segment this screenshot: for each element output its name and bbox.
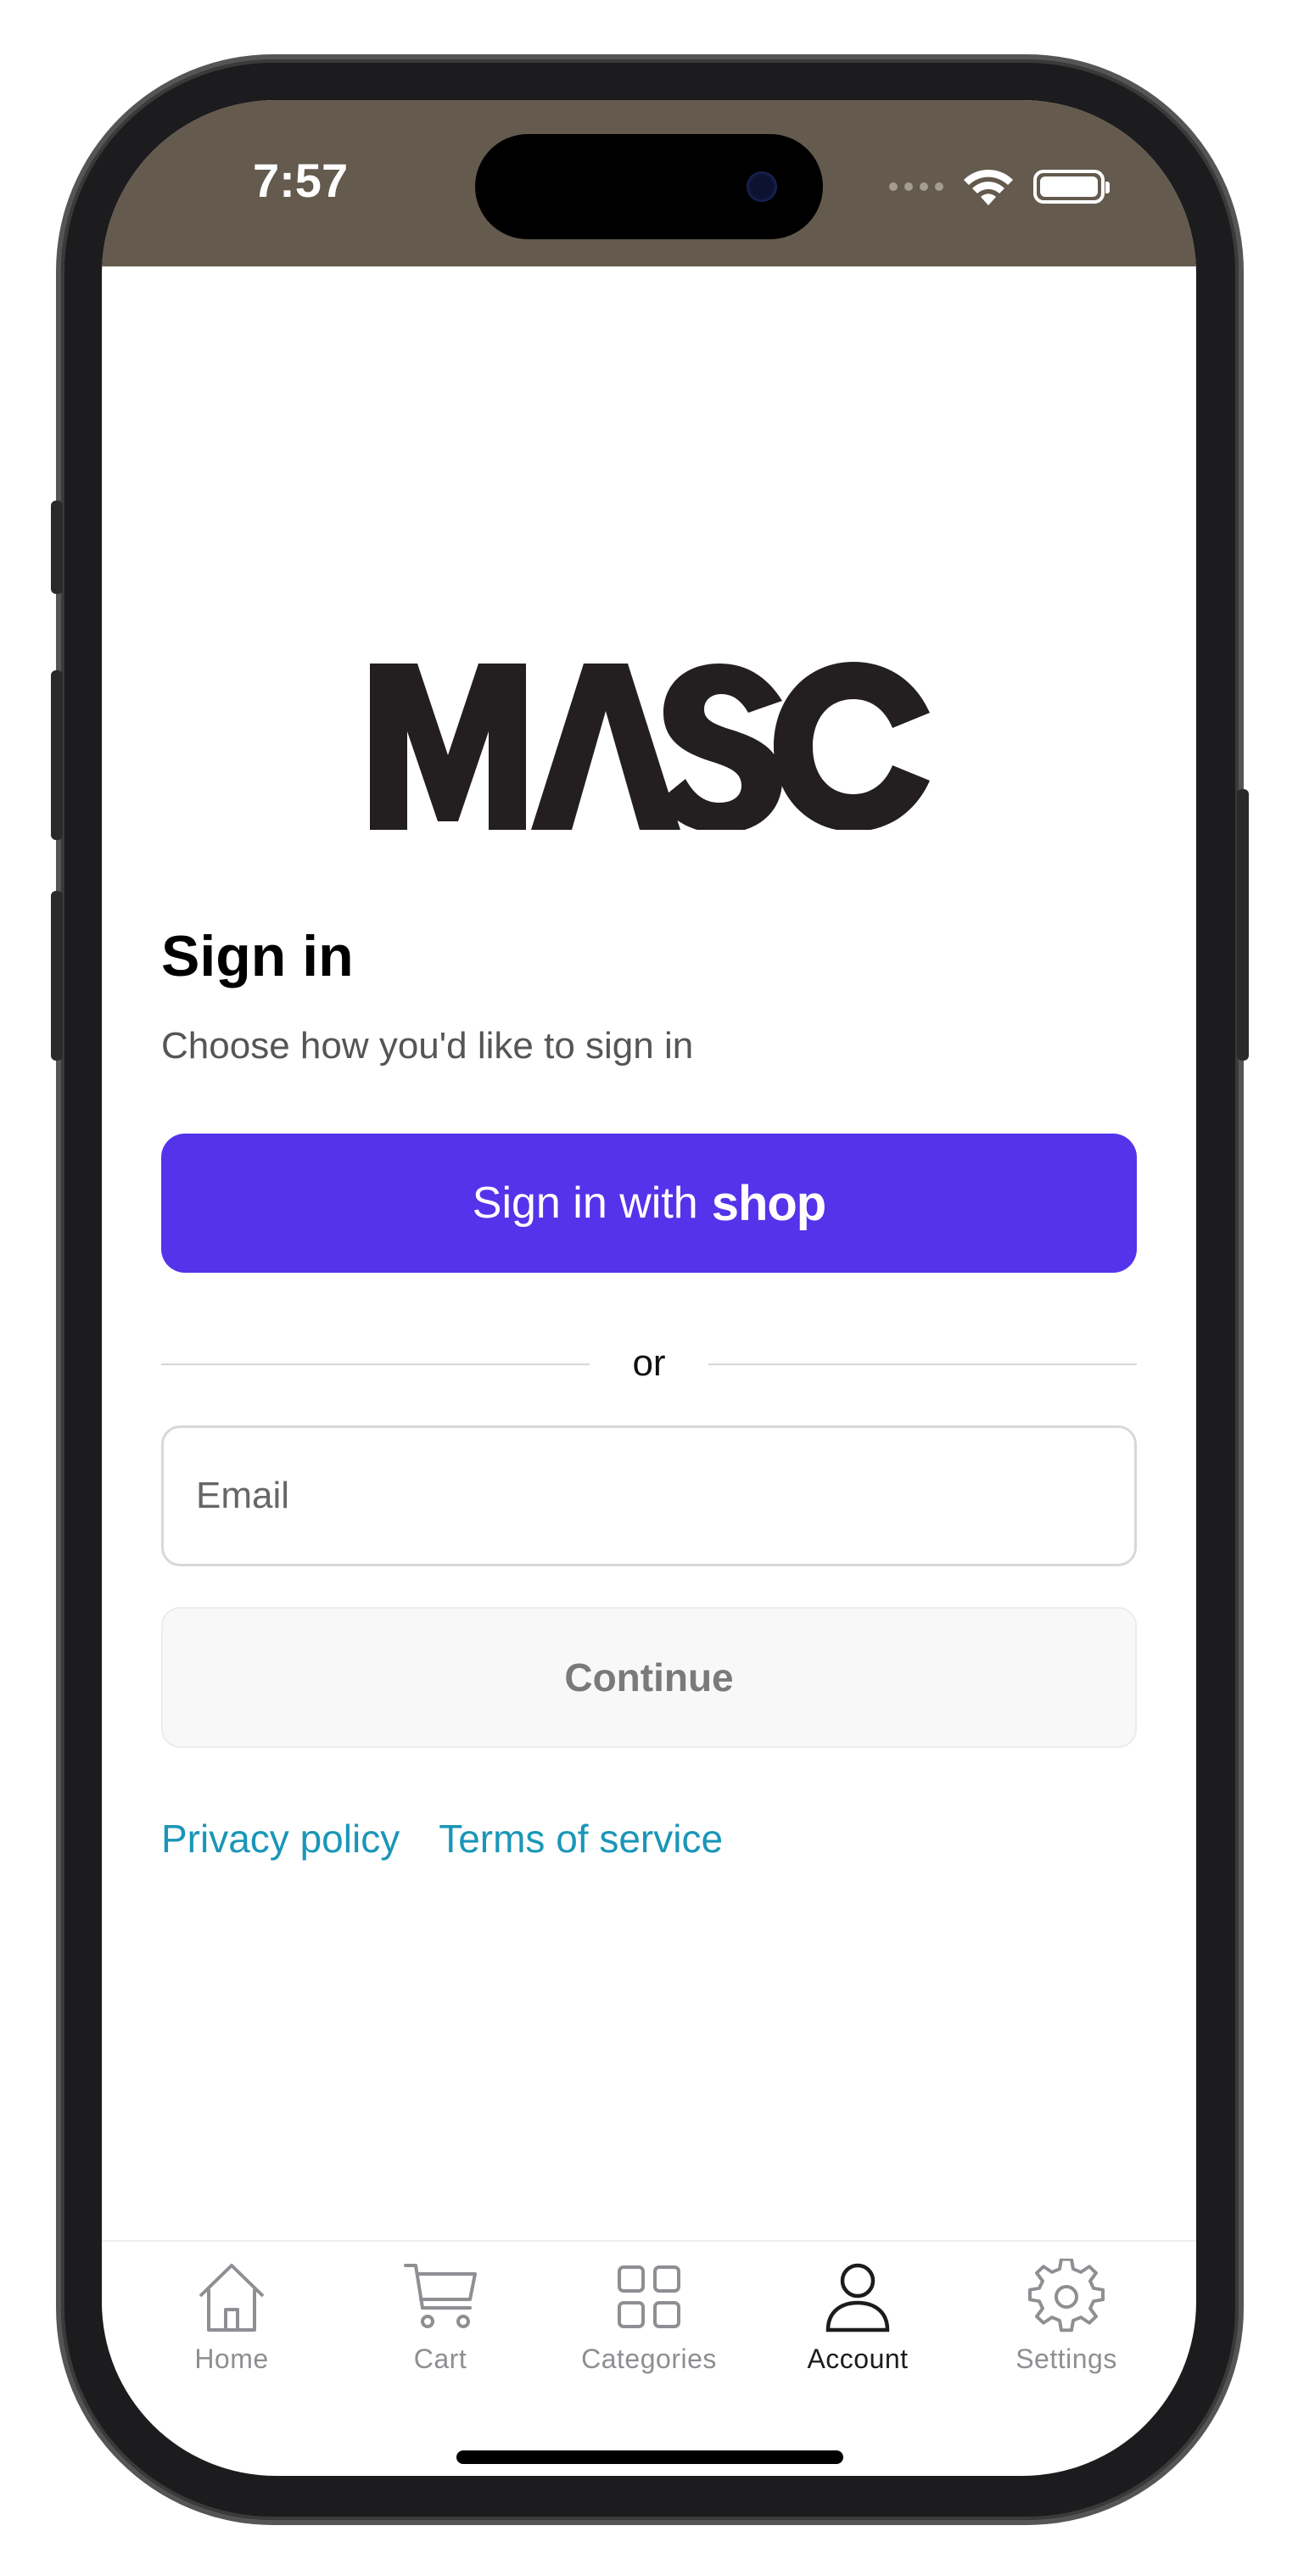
categories-grid-icon [618,2265,680,2328]
legal-links: Privacy policy Terms of service [161,1816,723,1862]
cellular-signal-icon [889,182,943,191]
or-divider: or [161,1339,1137,1390]
status-bar: 7:57 [102,100,1196,266]
status-icons [889,161,1110,212]
dynamic-island [475,134,823,239]
page-subtitle: Choose how you'd like to sign in [161,1025,694,1067]
privacy-policy-link[interactable]: Privacy policy [161,1816,400,1862]
masc-logo [370,662,930,830]
side-button-volume-down [51,891,63,1061]
screen: 7:57 Sign in Choose how you'd like to si… [102,100,1196,2476]
status-time: 7:57 [253,154,349,207]
user-icon [825,2263,890,2332]
continue-button[interactable]: Continue [161,1607,1137,1748]
tab-label: Cart [413,2344,467,2374]
side-button-power [1237,789,1249,1061]
side-button-silent [51,501,63,594]
home-icon [199,2264,265,2332]
home-indicator[interactable] [456,2450,843,2464]
wifi-icon [964,169,1013,205]
tab-label: Account [807,2344,909,2374]
side-button-volume-up [51,670,63,840]
tab-account[interactable]: Account [769,2242,947,2410]
tab-bar: Home Cart Categories Account Settings [102,2240,1196,2410]
tab-settings[interactable]: Settings [977,2242,1155,2410]
page-title: Sign in [161,924,354,988]
tab-label: Settings [1015,2344,1117,2374]
email-input[interactable] [161,1425,1137,1566]
tab-label: Home [194,2344,269,2374]
tab-cart[interactable]: Cart [351,2242,529,2410]
terms-of-service-link[interactable]: Terms of service [439,1816,723,1862]
camera-icon [747,171,777,202]
shop-logo-text: shop [711,1175,827,1231]
tab-categories[interactable]: Categories [560,2242,738,2410]
gear-icon [1028,2259,1105,2332]
divider-line-right [708,1364,1137,1365]
sign-in-with-shop-button[interactable]: Sign in with shop [161,1134,1137,1273]
tab-home[interactable]: Home [143,2242,321,2410]
shop-button-label: Sign in with [472,1179,698,1228]
battery-icon [1033,170,1110,204]
tab-label: Categories [581,2344,717,2374]
cart-icon [404,2264,477,2328]
